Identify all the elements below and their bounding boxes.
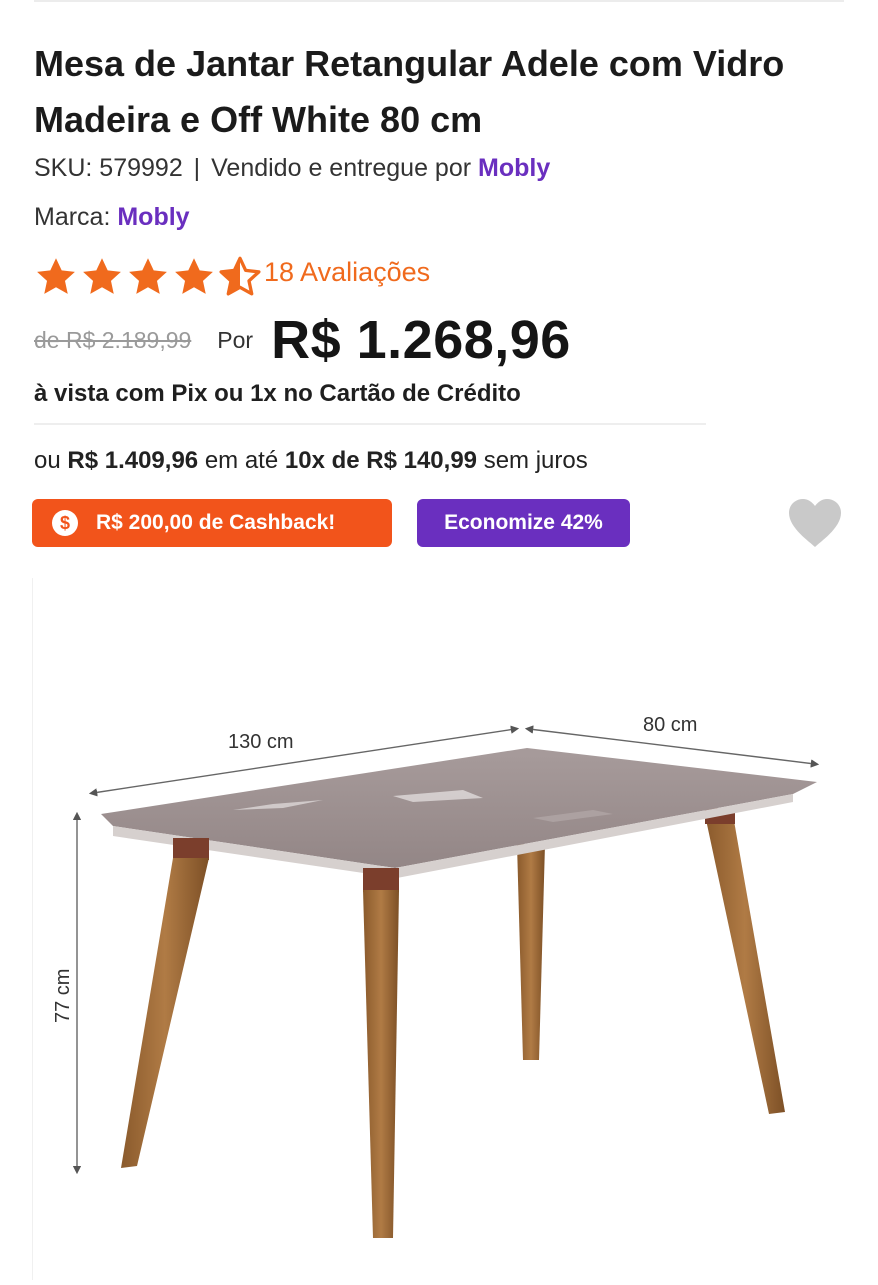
reviews-count-link[interactable]: 18 Avaliações	[264, 257, 430, 288]
cashback-badge: $ R$ 200,00 de Cashback!	[32, 499, 392, 547]
sku-line: SKU: 579992 | Vendido e entregue por Mob…	[34, 154, 550, 183]
price-row: de R$ 2.189,99 Por R$ 1.268,96	[34, 305, 571, 375]
star-icon	[37, 258, 75, 294]
installment-prefix: ou	[34, 447, 61, 474]
half-star-icon	[219, 256, 261, 296]
product-title: Mesa de Jantar Retangular Adele com Vidr…	[34, 43, 785, 140]
installment-total: R$ 1.409,96	[67, 447, 199, 474]
sold-by-text: Vendido e entregue por	[211, 154, 472, 182]
installment-middle: em até	[204, 447, 279, 474]
brand-link[interactable]: Mobly	[117, 203, 189, 231]
cashback-text: R$ 200,00 de Cashback!	[96, 511, 336, 534]
dollar-coin-icon: $	[52, 510, 78, 536]
discount-text: Economize 42%	[444, 511, 603, 534]
pix-payment-text: à vista com Pix ou 1x no Cartão de Crédi…	[34, 380, 521, 407]
seller-link[interactable]: Mobly	[478, 154, 550, 182]
product-image[interactable]: 130 cm 80 cm 77 cm	[32, 578, 845, 1280]
sku-text: SKU: 579992	[34, 154, 183, 182]
brand-line: Marca: Mobly	[34, 203, 190, 232]
star-icon	[83, 258, 121, 294]
rating-stars	[34, 255, 262, 299]
current-price: R$ 1.268,96	[271, 310, 571, 370]
height-dimension-label: 77 cm	[52, 969, 74, 1023]
installment-text: ou R$ 1.409,96 em até 10x de R$ 140,99 s…	[34, 447, 588, 475]
heart-icon[interactable]	[786, 497, 844, 549]
installment-suffix: sem juros	[483, 447, 588, 474]
installment-plan: 10x de R$ 140,99	[284, 447, 478, 474]
star-icon	[175, 258, 213, 294]
brand-label: Marca:	[34, 203, 111, 231]
sku-separator: |	[193, 154, 201, 182]
old-price: de R$ 2.189,99	[34, 326, 192, 353]
price-divider	[34, 423, 706, 425]
depth-dimension-label: 80 cm	[643, 714, 697, 736]
discount-badge: Economize 42%	[417, 499, 630, 547]
width-dimension-label: 130 cm	[228, 731, 294, 753]
header-divider	[34, 0, 844, 2]
table-illustration: 130 cm 80 cm 77 cm	[52, 714, 820, 1238]
product-rating[interactable]: 18 Avaliações	[34, 255, 430, 299]
star-icon	[129, 258, 167, 294]
por-label: Por	[217, 326, 254, 353]
